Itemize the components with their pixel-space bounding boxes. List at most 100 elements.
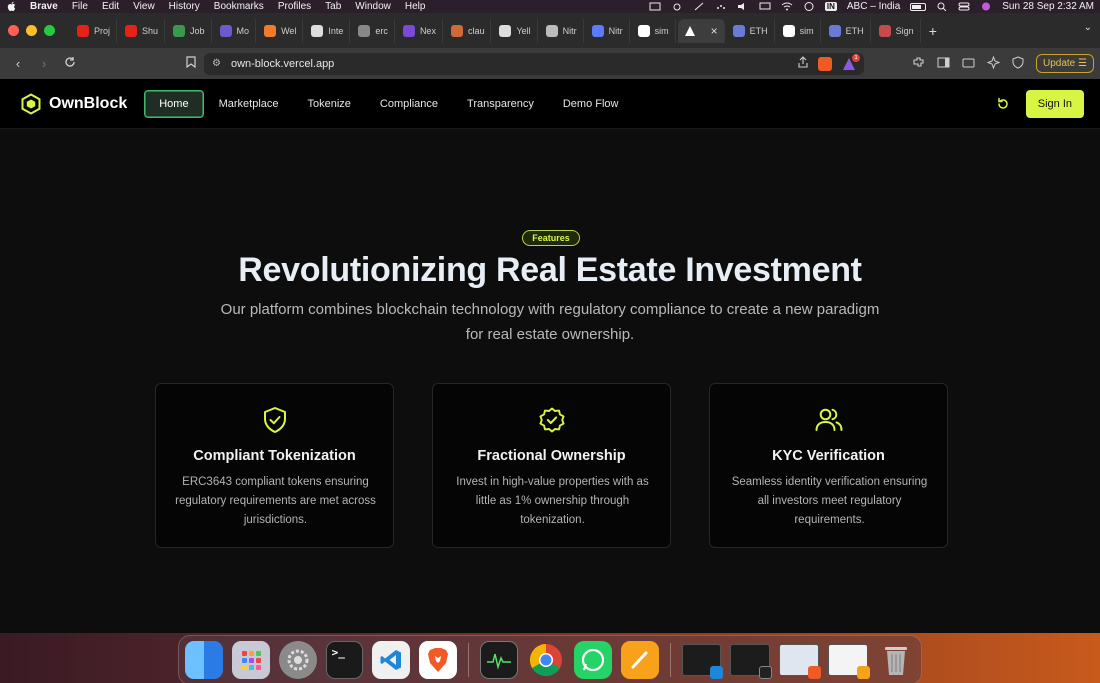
menu-history[interactable]: History xyxy=(169,1,200,12)
sign-in-button[interactable]: Sign In xyxy=(1025,89,1084,118)
section-title: Revolutionizing Real Estate Investment xyxy=(238,251,862,289)
wifi-icon[interactable] xyxy=(781,2,793,11)
leo-ai-icon[interactable] xyxy=(986,55,1001,72)
menubar-status-area: IN ABC – India Sun 28 Sep 2:32 AM xyxy=(649,1,1094,12)
nav-marketplace[interactable]: Marketplace xyxy=(205,91,293,117)
minimize-window-button[interactable] xyxy=(26,25,37,36)
browser-tab[interactable]: erc xyxy=(352,18,395,43)
minimized-window-pages[interactable] xyxy=(828,644,871,679)
mute-icon[interactable] xyxy=(693,2,705,11)
apple-icon[interactable] xyxy=(6,1,18,13)
finder-icon[interactable] xyxy=(185,641,223,679)
site-logo[interactable]: OwnBlock xyxy=(20,92,127,115)
sidebar-icon[interactable] xyxy=(937,57,950,71)
close-tab-icon[interactable]: × xyxy=(711,24,718,38)
share-icon[interactable] xyxy=(798,56,808,71)
reload-button[interactable] xyxy=(60,56,80,71)
url-text[interactable]: own-block.vercel.app xyxy=(231,58,334,70)
browser-tab[interactable]: Inte xyxy=(305,18,351,43)
vpn-shield-icon[interactable] xyxy=(1012,55,1024,72)
browser-tab[interactable]: Mo xyxy=(214,18,257,43)
desktop-wallpaper: >_ xyxy=(0,633,1100,683)
brave-rewards-icon[interactable]: 1 xyxy=(842,53,860,71)
trash-icon[interactable] xyxy=(877,641,915,679)
browser-tab[interactable]: Nex xyxy=(397,18,443,43)
browser-tab[interactable]: ETH xyxy=(727,18,775,43)
activity-monitor-icon[interactable] xyxy=(480,641,519,679)
menu-bookmarks[interactable]: Bookmarks xyxy=(214,1,264,12)
nav-transparency[interactable]: Transparency xyxy=(453,91,548,117)
zoom-window-button[interactable] xyxy=(44,25,55,36)
back-button[interactable]: ‹ xyxy=(8,56,28,71)
tab-overflow-chevron-icon[interactable]: ⌄ xyxy=(1084,22,1092,33)
brave-shields-icon[interactable] xyxy=(818,56,832,71)
system-settings-icon[interactable] xyxy=(278,641,317,679)
battery-icon[interactable] xyxy=(910,2,927,11)
tab-label: Yell xyxy=(516,25,531,36)
whatsapp-icon[interactable] xyxy=(573,641,612,679)
menu-app-name[interactable]: Brave xyxy=(30,1,58,12)
feature-description: ERC3643 compliant tokens ensuring regula… xyxy=(175,476,376,526)
tab-favicon-icon xyxy=(219,24,232,37)
update-button[interactable]: Update ☰ xyxy=(1036,54,1094,73)
nav-home[interactable]: Home xyxy=(144,89,204,118)
display-icon[interactable] xyxy=(759,2,771,11)
search-icon[interactable] xyxy=(936,2,948,12)
bookmark-icon[interactable] xyxy=(186,56,196,71)
browser-tab[interactable]: sim xyxy=(632,18,676,43)
menu-window[interactable]: Window xyxy=(355,1,391,12)
screen-mirror-icon[interactable] xyxy=(649,2,661,11)
vscode-icon[interactable] xyxy=(372,641,411,679)
menu-tab[interactable]: Tab xyxy=(325,1,341,12)
broadcast-icon[interactable] xyxy=(671,2,683,11)
browser-tab[interactable]: Proj xyxy=(71,18,118,43)
minimized-window-vscode[interactable] xyxy=(681,644,724,679)
browser-tab-active[interactable]: × xyxy=(677,18,725,43)
terminal-icon[interactable]: >_ xyxy=(325,641,364,679)
browser-tab[interactable]: ETH xyxy=(823,18,871,43)
tab-favicon-icon xyxy=(311,24,324,37)
siri-icon[interactable] xyxy=(980,2,992,11)
tab-favicon-icon xyxy=(499,24,512,37)
input-source-label[interactable]: ABC – India xyxy=(847,1,900,12)
browser-tab[interactable]: sim xyxy=(777,18,821,43)
menu-view[interactable]: View xyxy=(133,1,155,12)
menu-edit[interactable]: Edit xyxy=(102,1,119,12)
dots-icon[interactable] xyxy=(715,2,727,11)
tab-favicon-icon xyxy=(878,24,891,37)
feature-description: Invest in high-value properties with as … xyxy=(456,476,649,526)
close-window-button[interactable] xyxy=(8,25,19,36)
pages-icon[interactable] xyxy=(620,641,659,679)
user-icon[interactable] xyxy=(803,2,815,11)
wallet-icon[interactable] xyxy=(962,57,975,71)
control-center-icon[interactable] xyxy=(958,2,970,11)
browser-tab[interactable]: Wel xyxy=(258,18,304,43)
rotate-ccw-icon[interactable] xyxy=(996,97,1010,111)
browser-tab[interactable]: Sign xyxy=(873,18,921,43)
menu-profiles[interactable]: Profiles xyxy=(278,1,311,12)
forward-button[interactable]: › xyxy=(34,56,54,71)
site-settings-icon[interactable]: ⚙ xyxy=(212,58,221,69)
launchpad-icon[interactable] xyxy=(231,641,270,679)
address-bar[interactable]: ⚙ own-block.vercel.app 1 xyxy=(204,52,864,75)
minimized-window-brave[interactable] xyxy=(779,644,822,679)
chrome-icon[interactable] xyxy=(527,641,565,679)
menubar-clock[interactable]: Sun 28 Sep 2:32 AM xyxy=(1002,1,1094,12)
browser-tab[interactable]: Shu xyxy=(119,18,166,43)
menu-help[interactable]: Help xyxy=(405,1,426,12)
input-source-badge[interactable]: IN xyxy=(824,2,837,11)
browser-tab[interactable]: Nitr xyxy=(540,18,584,43)
new-tab-button[interactable]: + xyxy=(929,23,937,39)
browser-tab[interactable]: clau xyxy=(445,18,492,43)
nav-compliance[interactable]: Compliance xyxy=(366,91,452,117)
extensions-icon[interactable] xyxy=(912,56,925,72)
browser-tab[interactable]: Yell xyxy=(493,18,538,43)
volume-icon[interactable] xyxy=(737,2,749,11)
nav-demo-flow[interactable]: Demo Flow xyxy=(549,91,633,117)
browser-tab[interactable]: Job xyxy=(167,18,212,43)
browser-tab[interactable]: Nitr xyxy=(586,18,630,43)
minimized-window-terminal[interactable] xyxy=(730,644,773,679)
nav-tokenize[interactable]: Tokenize xyxy=(294,91,365,117)
brave-icon[interactable] xyxy=(419,641,458,679)
menu-file[interactable]: File xyxy=(72,1,88,12)
